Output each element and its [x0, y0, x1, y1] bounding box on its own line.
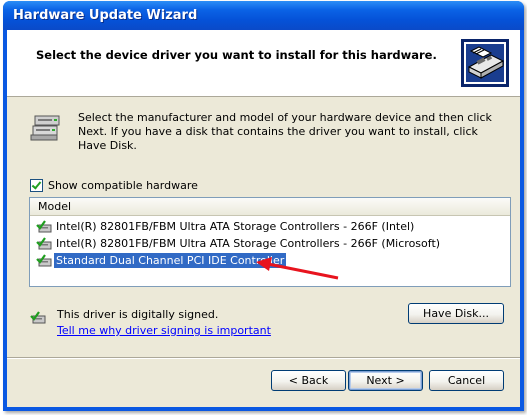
signed-driver-icon — [36, 220, 52, 233]
intro-text: Select the manufacturer and model of you… — [78, 111, 492, 152]
column-header-label: Model — [38, 200, 72, 213]
have-disk-button[interactable]: Have Disk... — [408, 303, 504, 324]
device-drives-icon — [30, 115, 60, 141]
signing-status: This driver is digitally signed. — [57, 308, 219, 321]
list-item-label: Intel(R) 82801FB/FBM Ultra ATA Storage C… — [56, 219, 415, 233]
model-column-header[interactable]: Model — [30, 198, 510, 216]
signed-driver-icon — [36, 237, 52, 250]
list-item-label: Standard Dual Channel PCI IDE Controller — [54, 252, 287, 268]
checkbox-label: Show compatible hardware — [48, 179, 198, 192]
back-button[interactable]: < Back — [271, 370, 346, 391]
signed-driver-icon — [36, 254, 52, 267]
wizard-window: Hardware Update Wizard Select the device… — [3, 1, 524, 411]
wizard-client-area: Select the device driver you want to ins… — [7, 30, 520, 407]
wizard-header: Select the device driver you want to ins… — [7, 30, 520, 97]
title-bar[interactable]: Hardware Update Wizard — [3, 1, 524, 30]
button-divider — [7, 357, 520, 359]
hardware-card-icon — [461, 39, 509, 87]
list-item[interactable]: Intel(R) 82801FB/FBM Ultra ATA Storage C… — [30, 235, 442, 251]
cancel-button[interactable]: Cancel — [429, 370, 504, 391]
checkbox-box[interactable] — [30, 179, 43, 192]
next-button[interactable]: Next > — [348, 370, 423, 391]
window-title: Hardware Update Wizard — [13, 8, 198, 23]
list-item-label: Intel(R) 82801FB/FBM Ultra ATA Storage C… — [56, 236, 441, 250]
show-compatible-checkbox[interactable]: Show compatible hardware — [30, 179, 198, 192]
list-item[interactable]: Intel(R) 82801FB/FBM Ultra ATA Storage C… — [30, 218, 416, 234]
model-list[interactable]: Model Intel(R) 82801FB/FBM Ultra ATA Sto… — [29, 197, 511, 287]
page-title: Select the device driver you want to ins… — [36, 48, 437, 62]
driver-signing-link[interactable]: Tell me why driver signing is important — [57, 324, 271, 337]
signed-driver-icon — [30, 311, 46, 324]
list-item-selected[interactable]: Standard Dual Channel PCI IDE Controller — [30, 252, 287, 268]
